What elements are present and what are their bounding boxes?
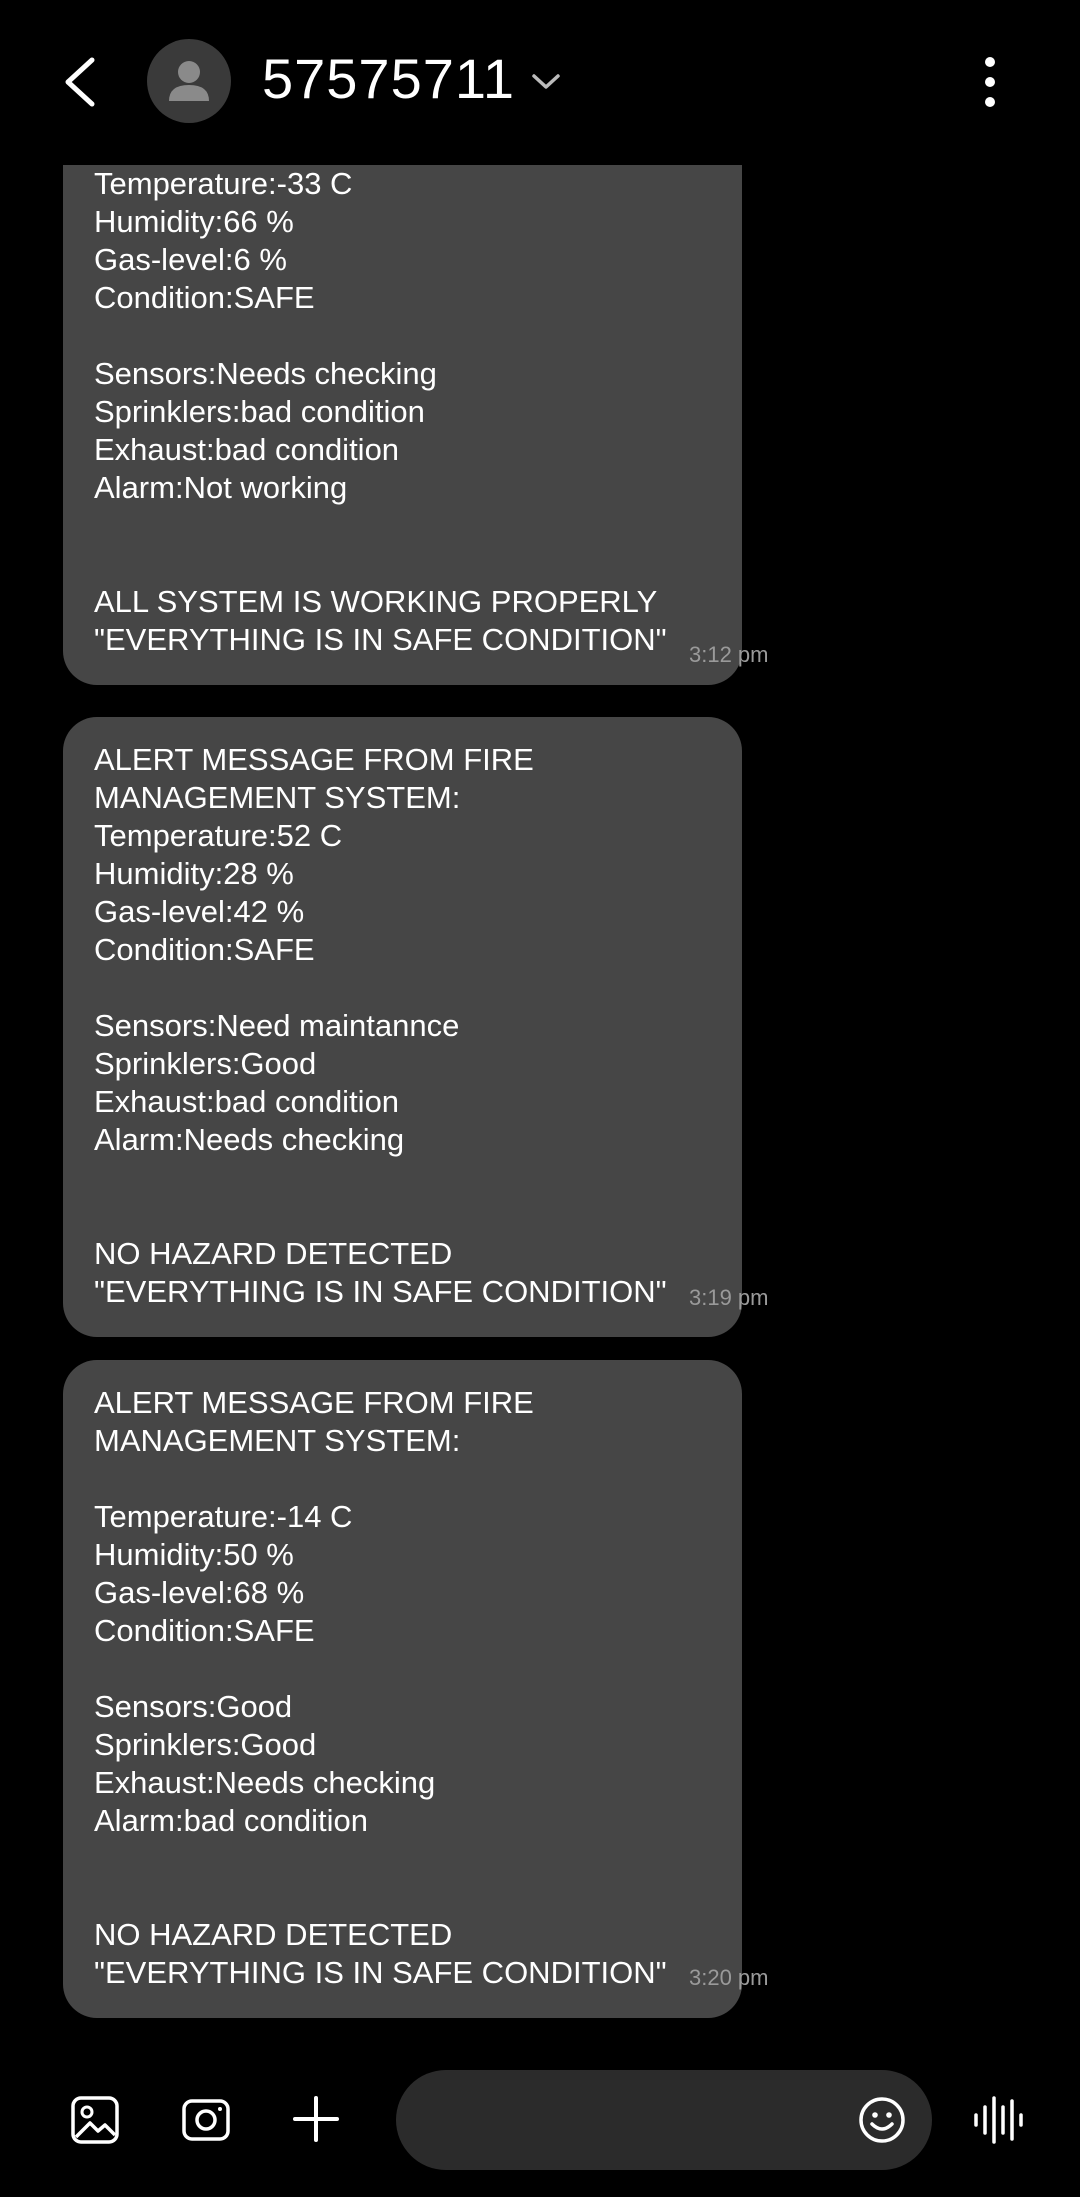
camera-icon[interactable] [181, 2095, 231, 2145]
message-line: "EVERYTHING IS IN SAFE CONDITION" [94, 1955, 667, 1990]
message-line [94, 317, 712, 355]
conversation-header: 57575711 [0, 0, 1080, 165]
message-timestamp: 3:12 pm [689, 642, 769, 667]
message-input[interactable] [396, 2070, 932, 2170]
message-line [94, 1197, 712, 1235]
message-line: Condition:SAFE [94, 1613, 315, 1648]
message-item: ALERT MESSAGE FROM FIRE MANAGEMENT SYSTE… [63, 717, 742, 1337]
message-line: "EVERYTHING IS IN SAFE CONDITION" [94, 622, 667, 657]
message-line: MANAGEMENT SYSTEM: [94, 780, 461, 815]
message-timestamp: 3:20 pm [689, 1965, 769, 1990]
message-line: NO HAZARD DETECTED [94, 1917, 453, 1952]
message-line: Alarm:bad condition [94, 1803, 368, 1838]
contact-avatar[interactable] [147, 39, 231, 123]
message-line: Humidity:28 % [94, 856, 294, 891]
message-line: Alarm:Needs checking [94, 1122, 405, 1157]
chevron-down-icon[interactable] [528, 68, 564, 94]
emoji-icon[interactable] [857, 2095, 907, 2145]
message-line: Temperature:52 C [94, 818, 343, 853]
message-line: Sensors:Need maintannce [94, 1008, 460, 1043]
message-line: Exhaust:Needs checking [94, 1765, 436, 1800]
message-bubble[interactable]: ALERT MESSAGE FROM FIRE MANAGEMENT SYSTE… [63, 1360, 742, 2018]
message-line: Humidity:50 % [94, 1537, 294, 1572]
message-line [94, 545, 712, 583]
contact-title[interactable]: 57575711 [262, 46, 515, 111]
message-line: Sprinklers:Good [94, 1046, 317, 1081]
message-line: Sprinklers:Good [94, 1727, 317, 1762]
message-line: Exhaust:bad condition [94, 432, 400, 467]
message-line: "EVERYTHING IS IN SAFE CONDITION" [94, 1274, 667, 1309]
message-line [94, 1840, 712, 1878]
message-line: NO HAZARD DETECTED [94, 1236, 453, 1271]
message-line [94, 1650, 712, 1688]
message-line: Humidity:66 % [94, 204, 294, 239]
more-vertical-icon[interactable] [970, 52, 1010, 112]
message-item: Temperature:-33 C Humidity:66 % Gas-leve… [63, 165, 742, 685]
message-line: Gas-level:6 % [94, 242, 287, 277]
voice-waveform-icon[interactable] [972, 2095, 1024, 2145]
message-line: Sensors:Good [94, 1689, 293, 1724]
message-timestamp: 3:19 pm [689, 1285, 769, 1310]
message-line: Condition:SAFE [94, 932, 315, 967]
message-line: Sensors:Needs checking [94, 356, 437, 391]
message-line [94, 507, 712, 545]
gallery-icon[interactable] [70, 2095, 120, 2145]
message-list[interactable]: Temperature:-33 C Humidity:66 % Gas-leve… [0, 165, 1080, 2035]
message-line [94, 1460, 712, 1498]
message-line: ALERT MESSAGE FROM FIRE [94, 1385, 534, 1420]
message-line: ALL SYSTEM IS WORKING PROPERLY [94, 584, 658, 619]
plus-icon[interactable] [292, 2095, 340, 2143]
message-line: ALERT MESSAGE FROM FIRE [94, 742, 534, 777]
message-item: ALERT MESSAGE FROM FIRE MANAGEMENT SYSTE… [63, 1360, 742, 2018]
message-line [94, 1878, 712, 1916]
message-line: Exhaust:bad condition [94, 1084, 400, 1119]
message-line: Gas-level:42 % [94, 894, 305, 929]
message-line [94, 969, 712, 1007]
message-line: Temperature:-14 C [94, 1499, 353, 1534]
message-line: Gas-level:68 % [94, 1575, 305, 1610]
message-bubble[interactable]: ALERT MESSAGE FROM FIRE MANAGEMENT SYSTE… [63, 717, 742, 1337]
message-line: MANAGEMENT SYSTEM: [94, 1423, 461, 1458]
back-arrow-icon[interactable] [52, 42, 112, 122]
message-line: Sprinklers:bad condition [94, 394, 425, 429]
message-line: Temperature:-33 C [94, 166, 353, 201]
message-bubble[interactable]: Temperature:-33 C Humidity:66 % Gas-leve… [63, 165, 742, 685]
composer-bar [0, 2035, 1080, 2197]
message-line [94, 1159, 712, 1197]
message-line: Condition:SAFE [94, 280, 315, 315]
message-line: Alarm:Not working [94, 470, 348, 505]
